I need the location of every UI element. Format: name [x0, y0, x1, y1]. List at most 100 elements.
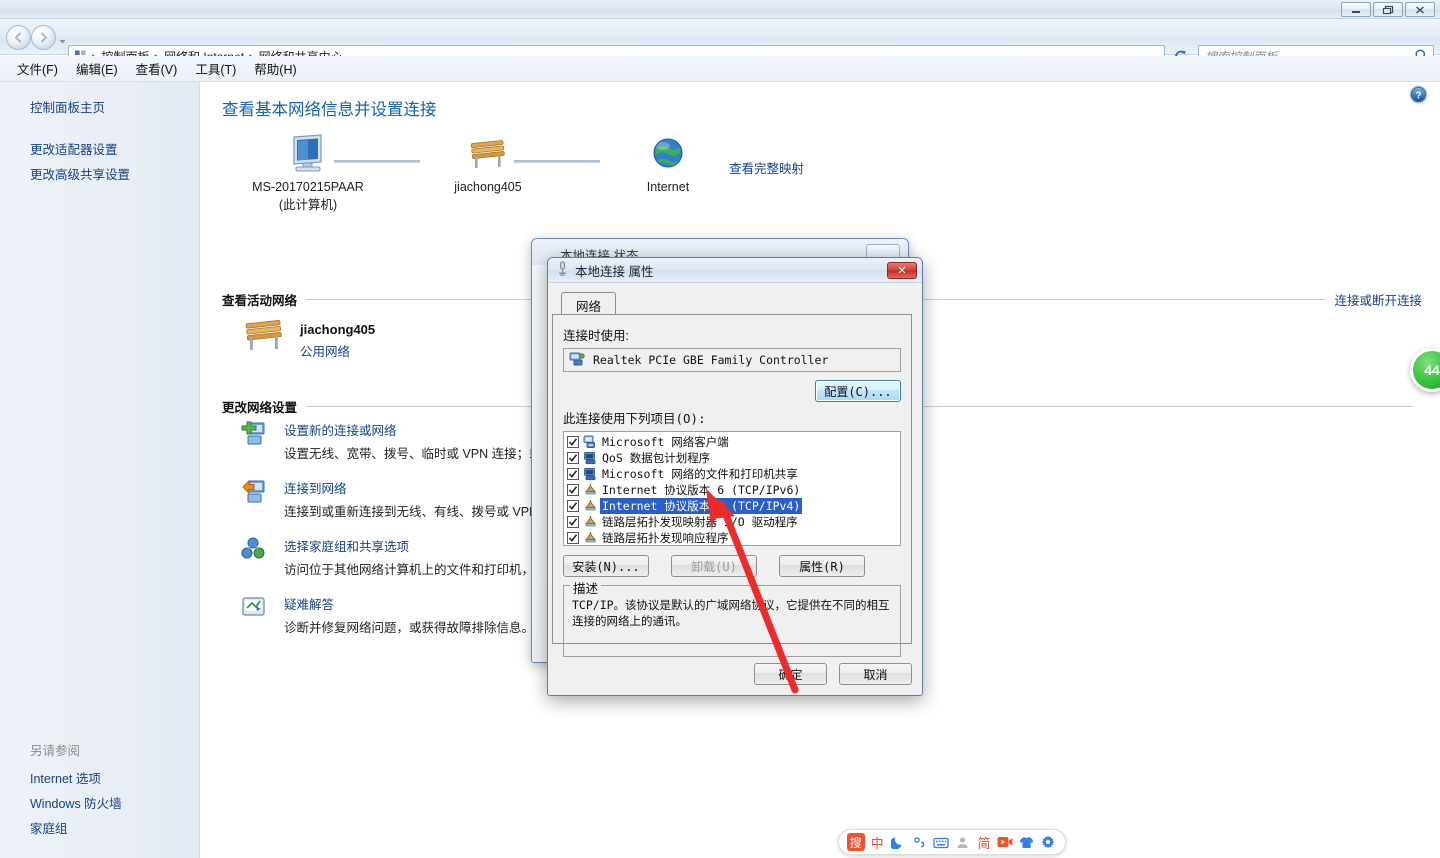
- list-item-selected[interactable]: Internet 协议版本 4 (TCP/IPv4): [567, 498, 900, 514]
- section-title: 查看活动网络: [222, 294, 298, 308]
- netmap-node-label: jiachong405: [454, 180, 522, 194]
- punctuation-icon[interactable]: [911, 833, 929, 851]
- adapter-field: Realtek PCIe GBE Family Controller: [563, 348, 901, 372]
- sidebar-item-change-adapter-settings[interactable]: 更改适配器设置: [0, 136, 200, 161]
- cancel-button[interactable]: 取消: [839, 663, 912, 685]
- connect-disconnect-link[interactable]: 连接或断开连接: [1334, 290, 1422, 309]
- properties-button[interactable]: 属性(R): [779, 555, 865, 577]
- list-item[interactable]: Microsoft 网络的文件和打印机共享: [567, 466, 900, 482]
- install-button[interactable]: 安装(N)...: [563, 555, 649, 577]
- dialog-title: 本地连接 属性: [575, 264, 654, 279]
- tab-strip: 网络: [561, 292, 915, 314]
- menu-edit[interactable]: 编辑(E): [67, 56, 127, 81]
- netmap-node-computer[interactable]: MS-20170215PAAR (此计算机): [238, 130, 378, 213]
- protocol-icon: [583, 515, 598, 529]
- close-button[interactable]: ✕: [887, 262, 917, 279]
- skin-icon[interactable]: [1018, 833, 1036, 851]
- menu-tools[interactable]: 工具(T): [186, 56, 245, 81]
- checkbox[interactable]: [567, 436, 579, 448]
- control-panel-window: ▸ 控制面板 ▸ 网络和 Internet ▸ 网络和共享中心: [0, 0, 1440, 858]
- checkbox[interactable]: [567, 484, 579, 496]
- view-full-map-link[interactable]: 查看完整映射: [729, 158, 804, 177]
- gear-icon[interactable]: [1039, 833, 1057, 851]
- maximize-button[interactable]: [1373, 2, 1403, 17]
- menu-bar: 文件(F) 编辑(E) 查看(V) 工具(T) 帮助(H): [0, 56, 1440, 82]
- video-icon[interactable]: [996, 833, 1014, 851]
- section-title: 更改网络设置: [222, 401, 298, 415]
- back-button[interactable]: [6, 25, 31, 50]
- client-icon: [583, 435, 598, 449]
- connect-using-label: 连接时使用:: [563, 329, 629, 343]
- forward-button[interactable]: [31, 25, 56, 50]
- list-item[interactable]: Microsoft 网络客户端: [567, 434, 900, 450]
- network-bench-icon: [242, 314, 286, 360]
- list-item[interactable]: QoS 数据包计划程序: [567, 450, 900, 466]
- sogou-logo-icon[interactable]: 搜: [846, 833, 865, 851]
- page-title: 查看基本网络信息并设置连接: [222, 101, 437, 119]
- sidebar-item-windows-firewall[interactable]: Windows 防火墙: [0, 790, 200, 815]
- sidebar-item-internet-options[interactable]: Internet 选项: [0, 765, 200, 790]
- nic-icon: [569, 352, 585, 369]
- list-item[interactable]: Internet 协议版本 6 (TCP/IPv6): [567, 482, 900, 498]
- list-item[interactable]: 链路层拓扑发现映射器 I/O 驱动程序: [567, 514, 900, 530]
- sidebar-item-control-panel-home[interactable]: 控制面板主页: [0, 94, 200, 119]
- dialog-body: 网络 连接时使用: Realtek PCIe GBE Family Contro…: [548, 283, 922, 695]
- ime-toolbar[interactable]: 搜 中 简: [838, 829, 1066, 855]
- moon-icon[interactable]: [889, 833, 907, 851]
- menu-file[interactable]: 文件(F): [8, 56, 67, 81]
- description-legend: 描述: [570, 578, 602, 597]
- keyboard-icon[interactable]: [932, 833, 950, 851]
- local-connection-properties-dialog[interactable]: 本地连接 属性 ✕ 网络 连接时使用: Realtek PCIe GBE Fam…: [547, 257, 923, 696]
- sidebar-item-change-advanced-sharing[interactable]: 更改高级共享设置: [0, 161, 200, 186]
- computer-icon: [238, 130, 378, 174]
- see-also-heading: 另请参阅: [30, 744, 81, 758]
- service-icon: [583, 467, 598, 481]
- protocol-icon: [583, 483, 598, 497]
- netmap-node-label: Internet: [646, 180, 690, 194]
- netmap-node-sublabel: (此计算机): [278, 198, 338, 212]
- help-icon[interactable]: ?: [1409, 85, 1428, 107]
- navigation-bar: ▸ 控制面板 ▸ 网络和 Internet ▸ 网络和共享中心: [0, 19, 1440, 68]
- menu-view[interactable]: 查看(V): [127, 56, 187, 81]
- recent-pages-dropdown[interactable]: [58, 35, 67, 44]
- ok-button[interactable]: 确定: [754, 663, 827, 685]
- description-text: TCP/IP。该协议是默认的广域网络协议，它提供在不同的相互连接的网络上的通讯。: [572, 598, 890, 628]
- tab-network[interactable]: 网络: [561, 292, 617, 314]
- minimize-button[interactable]: [1341, 2, 1371, 17]
- list-item[interactable]: 链路层拓扑发现响应程序: [567, 530, 900, 545]
- network-items-list[interactable]: Microsoft 网络客户端 QoS 数据包计划程序 Microsoft 网络…: [563, 431, 901, 546]
- checkbox[interactable]: [567, 516, 579, 528]
- configure-button[interactable]: 配置(C)...: [815, 380, 901, 402]
- dialog-titlebar: 本地连接 属性 ✕: [548, 258, 922, 283]
- protocol-icon: [583, 531, 598, 545]
- homegroup-icon: [240, 536, 270, 564]
- checkbox[interactable]: [567, 452, 579, 464]
- protocol-icon: [583, 499, 598, 513]
- list-item-label: Microsoft 网络的文件和打印机共享: [602, 467, 798, 481]
- active-network-entry[interactable]: jiachong405 公用网络: [242, 314, 375, 360]
- list-item-label: Internet 协议版本 6 (TCP/IPv6): [602, 483, 801, 497]
- close-button[interactable]: [1405, 2, 1435, 17]
- menu-help[interactable]: 帮助(H): [245, 56, 305, 81]
- item-action-buttons: 安装(N)... 卸载(U) 属性(R): [563, 555, 901, 577]
- network-bench-icon: [418, 130, 558, 174]
- description-group: 描述 TCP/IP。该协议是默认的广域网络协议，它提供在不同的相互连接的网络上的…: [563, 578, 901, 657]
- netmap-node-internet[interactable]: Internet: [598, 130, 738, 194]
- checkbox[interactable]: [567, 500, 579, 512]
- badge-count: 44: [1424, 362, 1440, 378]
- dialog-footer: 确定 取消: [754, 663, 912, 685]
- chinese-mode-icon[interactable]: 中: [868, 833, 886, 851]
- netmap-node-label: MS-20170215PAAR: [252, 180, 364, 194]
- list-item-label: 链路层拓扑发现响应程序: [602, 531, 729, 545]
- active-network-type-link[interactable]: 公用网络: [300, 341, 375, 360]
- checkbox[interactable]: [567, 532, 579, 544]
- checkbox[interactable]: [567, 468, 579, 480]
- list-item-label: 链路层拓扑发现映射器 I/O 驱动程序: [602, 515, 798, 529]
- configure-row: 配置(C)...: [563, 380, 901, 402]
- netmap-node-network[interactable]: jiachong405: [418, 130, 558, 194]
- list-item-label: QoS 数据包计划程序: [602, 451, 711, 465]
- sidebar-item-homegroup[interactable]: 家庭组: [0, 815, 200, 840]
- network-map: MS-20170215PAAR (此计算机) jiachong405 Inter…: [222, 130, 822, 220]
- simplified-icon[interactable]: 简: [975, 833, 993, 851]
- person-icon[interactable]: [954, 833, 972, 851]
